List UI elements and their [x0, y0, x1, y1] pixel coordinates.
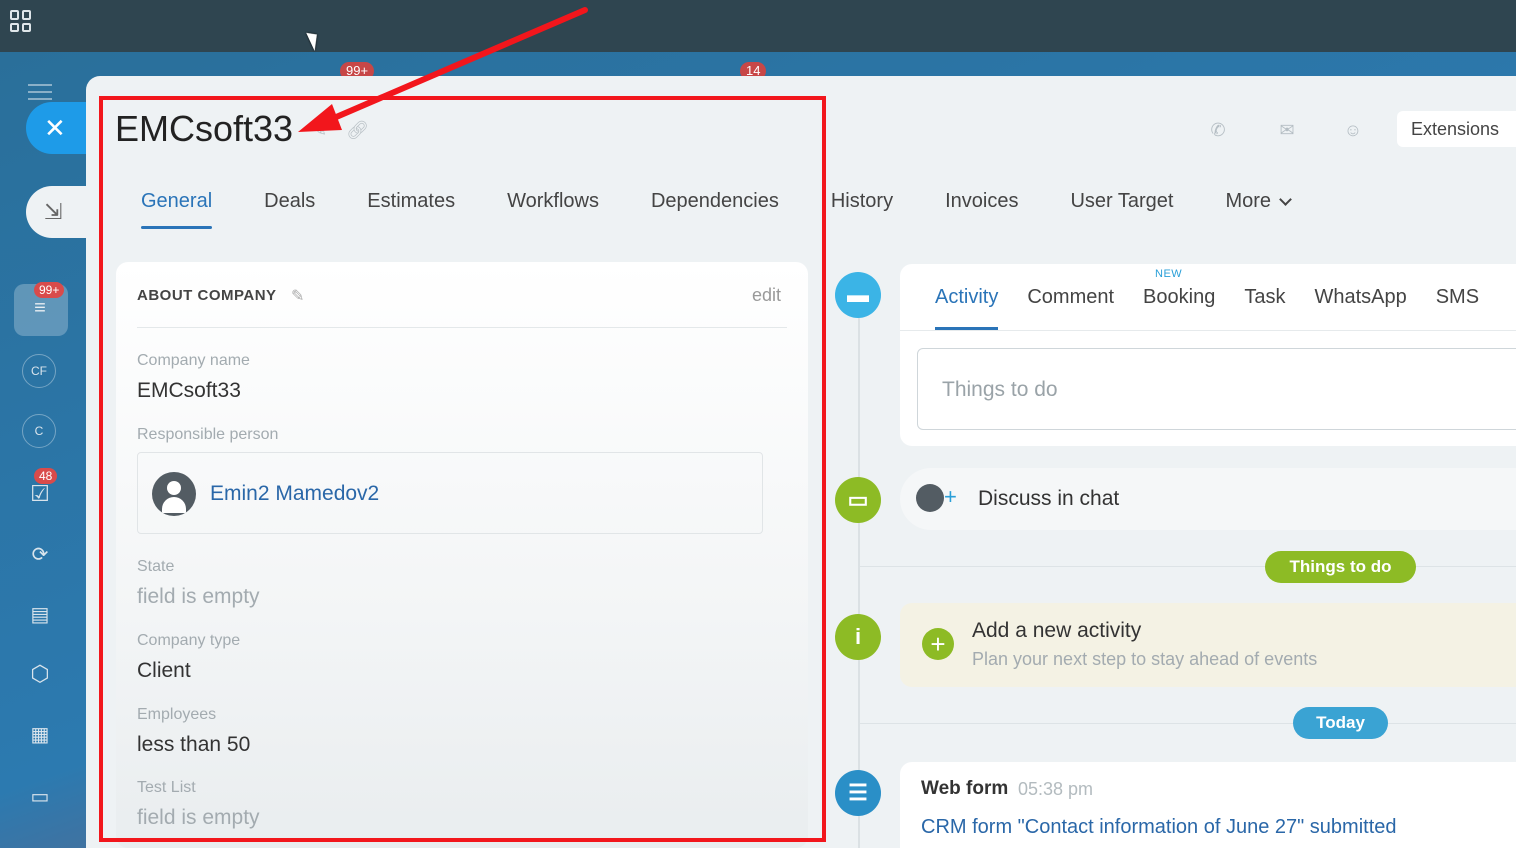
tab-sms[interactable]: SMS: [1436, 286, 1479, 309]
highlight-box: [99, 96, 826, 842]
tab-comment[interactable]: Comment: [1027, 286, 1114, 309]
chat-icon[interactable]: ☺: [1335, 112, 1371, 148]
divider: [860, 566, 1516, 567]
web-form-title: Web form: [921, 778, 1009, 799]
settings-icon[interactable]: ⬡: [22, 656, 58, 692]
mail-icon[interactable]: ✉: [1269, 112, 1305, 148]
minimize-slider-button[interactable]: ⇲: [26, 186, 86, 238]
chevron-down-icon: [1279, 193, 1292, 206]
activity-dot-icon: ▬: [835, 272, 881, 318]
add-icon[interactable]: +: [922, 628, 954, 660]
tasks-badge: 48: [34, 468, 58, 484]
tab-more[interactable]: More: [1225, 190, 1292, 230]
discuss-in-chat-label[interactable]: Discuss in chat: [978, 487, 1119, 511]
file-icon[interactable]: ▭: [22, 778, 58, 814]
automation-icon[interactable]: ⟳: [22, 536, 58, 572]
tab-invoices[interactable]: Invoices: [945, 190, 1018, 230]
user-icon: [916, 484, 944, 512]
apps-grid-icon[interactable]: [10, 10, 32, 32]
filter-icon: ≡ 99+: [22, 282, 65, 326]
calendar-icon[interactable]: ▦: [22, 716, 58, 752]
close-slider-button[interactable]: ✕: [26, 102, 86, 154]
timeline-line: [858, 300, 860, 848]
tab-booking[interactable]: Booking: [1143, 286, 1215, 309]
top-bar: [0, 0, 1516, 52]
filter-badge: 99+: [34, 282, 65, 298]
activity-tabs: Activity Comment Booking Task WhatsApp S…: [935, 286, 1508, 330]
tab-activity[interactable]: Activity: [935, 286, 999, 330]
document-icon[interactable]: ▤: [22, 596, 58, 632]
things-to-do-input[interactable]: Things to do: [917, 348, 1516, 430]
tab-whatsapp[interactable]: WhatsApp: [1314, 286, 1406, 309]
today-pill: Today: [1293, 707, 1388, 739]
info-dot-icon: i: [835, 614, 881, 660]
tab-more-label: More: [1225, 190, 1272, 212]
tab-task[interactable]: Task: [1244, 286, 1285, 309]
new-activity-card[interactable]: [900, 603, 1516, 687]
chat-dot-icon: ▭: [835, 477, 881, 523]
new-activity-subtitle: Plan your next step to stay ahead of eve…: [972, 649, 1318, 669]
new-activity-title: Add a new activity: [972, 619, 1142, 642]
web-form-dot-icon: ☰: [835, 770, 881, 816]
web-form-time: 05:38 pm: [1018, 779, 1094, 799]
tab-user-target[interactable]: User Target: [1070, 190, 1173, 230]
new-badge: NEW: [1155, 268, 1183, 280]
divider: [860, 723, 1516, 724]
phone-icon[interactable]: ✆: [1200, 112, 1236, 148]
tab-history[interactable]: History: [831, 190, 893, 230]
plus-icon: +: [944, 484, 957, 509]
divider: [900, 330, 1516, 331]
web-form-link[interactable]: CRM form "Contact information of June 27…: [921, 816, 1397, 839]
tasks-icon[interactable]: ☑ 48: [22, 468, 58, 512]
rail-avatar-cf[interactable]: CF: [22, 354, 56, 388]
rail-avatar-c[interactable]: C: [22, 414, 56, 448]
extensions-button[interactable]: Extensions: [1397, 111, 1516, 147]
things-to-do-pill: Things to do: [1265, 551, 1416, 583]
menu-icon[interactable]: [28, 84, 52, 100]
